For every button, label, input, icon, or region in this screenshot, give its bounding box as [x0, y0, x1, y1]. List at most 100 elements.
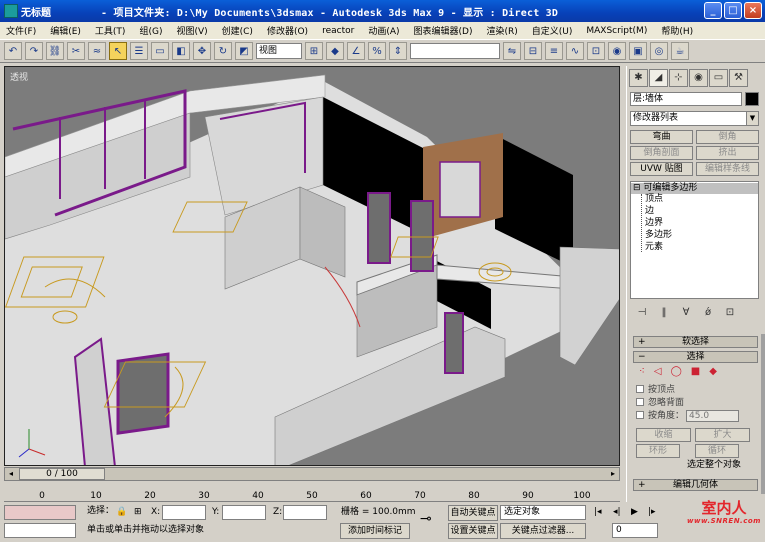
rotate-icon[interactable]: ↻	[214, 42, 232, 60]
create-tab-icon[interactable]: ✱	[629, 69, 648, 87]
current-frame-field[interactable]: 0	[612, 523, 658, 538]
close-button[interactable]: ×	[744, 2, 762, 19]
time-slider-thumb[interactable]: 0 / 100	[19, 468, 105, 480]
bend-button[interactable]: 弯曲	[630, 130, 693, 144]
named-selection-combo[interactable]	[410, 43, 500, 59]
curve-editor-icon[interactable]: ∿	[566, 42, 584, 60]
viewport-label[interactable]: 透视	[10, 70, 28, 83]
select-name-icon[interactable]: ☰	[130, 42, 148, 60]
track-bar[interactable]: 0 10 20 30 40 50 60 70 80 90 100	[4, 482, 620, 502]
minimize-button[interactable]: _	[704, 2, 722, 19]
bind-icon[interactable]: ≈	[88, 42, 106, 60]
maxscript-mini-input[interactable]	[4, 523, 76, 538]
element-level-icon[interactable]: ◆	[709, 366, 717, 377]
lock-icon[interactable]: 🔒	[116, 505, 127, 519]
extrude-button[interactable]: 挤出	[696, 146, 759, 160]
scale-icon[interactable]: ◩	[235, 42, 253, 60]
add-time-tag-button[interactable]: 添加时间标记	[340, 523, 410, 539]
time-prev-icon[interactable]: ◂	[5, 468, 17, 480]
selection-rollout[interactable]: − 选择	[633, 351, 758, 363]
uvw-map-button[interactable]: UVW 贴图	[630, 162, 693, 176]
menu-help[interactable]: 帮助(H)	[661, 24, 693, 37]
menu-reactor[interactable]: reactor	[322, 26, 354, 36]
key-icon[interactable]: ⊸	[420, 512, 432, 526]
y-coordinate-field[interactable]	[222, 505, 266, 520]
modifier-list-dropdown[interactable]: 修改器列表 ▼	[630, 111, 759, 126]
configure-sets-icon[interactable]: ⊡	[722, 305, 738, 321]
stack-item-border[interactable]: 边界	[645, 218, 663, 229]
move-icon[interactable]: ✥	[193, 42, 211, 60]
material-editor-icon[interactable]: ◉	[608, 42, 626, 60]
menu-edit[interactable]: 编辑(E)	[50, 24, 81, 37]
z-coordinate-field[interactable]	[283, 505, 327, 520]
play-icon[interactable]: ▶	[631, 505, 638, 519]
menu-graph-editors[interactable]: 图表编辑器(D)	[414, 24, 473, 37]
make-unique-icon[interactable]: ∀	[678, 305, 694, 321]
chamfer-profile-button[interactable]: 倒角剖面	[630, 146, 693, 160]
show-end-result-icon[interactable]: ‖	[656, 305, 672, 321]
reference-coord-select[interactable]: 视图	[256, 43, 302, 59]
command-panel-scrollbar[interactable]	[761, 334, 765, 494]
quick-render-icon[interactable]: ◎	[650, 42, 668, 60]
align-icon[interactable]: ⊟	[524, 42, 542, 60]
menu-animation[interactable]: 动画(A)	[368, 24, 399, 37]
menu-customize[interactable]: 自定义(U)	[532, 24, 573, 37]
modifier-stack[interactable]: ⊟ 可编辑多边形 顶点 边 边界 多边形 元素	[630, 181, 759, 299]
remove-modifier-icon[interactable]: ǿ	[700, 305, 716, 321]
redo-icon[interactable]: ↷	[25, 42, 43, 60]
time-next-icon[interactable]: ▸	[607, 468, 619, 480]
prev-frame-icon[interactable]: ◂|	[613, 505, 621, 519]
menu-rendering[interactable]: 渲染(R)	[486, 24, 517, 37]
menu-group[interactable]: 组(G)	[139, 24, 162, 37]
percent-snap-icon[interactable]: %	[368, 42, 386, 60]
teapot-icon[interactable]: ☕	[671, 42, 689, 60]
modify-tab-icon[interactable]: ◢	[649, 69, 668, 87]
key-selection-dropdown[interactable]: 选定对象	[500, 505, 586, 520]
edit-spline-button[interactable]: 编辑样条线	[696, 162, 759, 176]
undo-icon[interactable]: ↶	[4, 42, 22, 60]
soft-selection-rollout[interactable]: + 软选择	[633, 336, 758, 348]
window-cross-icon[interactable]: ◧	[172, 42, 190, 60]
polygon-level-icon[interactable]: ■	[691, 366, 700, 377]
object-color-swatch[interactable]	[745, 92, 759, 106]
menu-modifiers[interactable]: 修改器(O)	[267, 24, 308, 37]
edge-level-icon[interactable]: ◁	[654, 366, 662, 377]
x-coordinate-field[interactable]	[162, 505, 206, 520]
menu-tools[interactable]: 工具(T)	[95, 24, 126, 37]
chamfer-button[interactable]: 倒角	[696, 130, 759, 144]
menu-views[interactable]: 视图(V)	[176, 24, 207, 37]
maximize-button[interactable]: □	[724, 2, 742, 19]
by-vertex-checkbox[interactable]: 按顶点	[636, 384, 675, 396]
shrink-button[interactable]: 收缩	[636, 428, 691, 442]
next-frame-icon[interactable]: |▸	[648, 505, 656, 519]
link-icon[interactable]: ⛓	[46, 42, 64, 60]
perspective-viewport[interactable]: 透视	[4, 66, 620, 466]
chevron-down-icon[interactable]: ▼	[746, 112, 758, 125]
stack-item-vertex[interactable]: 顶点	[645, 194, 663, 205]
utilities-tab-icon[interactable]: ⚒	[729, 69, 748, 87]
stack-item-element[interactable]: 元素	[645, 242, 663, 253]
by-angle-checkbox[interactable]: 按角度：	[636, 410, 684, 422]
auto-key-button[interactable]: 自动关键点	[448, 505, 498, 521]
unlink-icon[interactable]: ✂	[67, 42, 85, 60]
grow-button[interactable]: 扩大	[695, 428, 750, 442]
key-filters-button[interactable]: 关键点过滤器...	[500, 523, 586, 539]
time-slider[interactable]: ◂ 0 / 100 ▸	[4, 467, 620, 481]
hierarchy-tab-icon[interactable]: ⊹	[669, 69, 688, 87]
layer-icon[interactable]: ≡	[545, 42, 563, 60]
edit-geometry-rollout[interactable]: + 编辑几何体	[633, 479, 758, 491]
schematic-icon[interactable]: ⊡	[587, 42, 605, 60]
absolute-mode-icon[interactable]: ⊞	[134, 505, 142, 519]
motion-tab-icon[interactable]: ◉	[689, 69, 708, 87]
ring-button[interactable]: 环形	[636, 444, 680, 458]
maxscript-listener-mini[interactable]	[4, 505, 76, 520]
angle-snap-icon[interactable]: ∠	[347, 42, 365, 60]
angle-spinner[interactable]: 45.0	[686, 410, 739, 422]
border-level-icon[interactable]: ◯	[671, 366, 682, 377]
loop-button[interactable]: 循环	[695, 444, 739, 458]
render-setup-icon[interactable]: ▣	[629, 42, 647, 60]
pin-stack-icon[interactable]: ⊣	[634, 305, 650, 321]
stack-item-edge[interactable]: 边	[645, 206, 654, 217]
mirror-icon[interactable]: ⇋	[503, 42, 521, 60]
stack-item-editable-poly[interactable]: ⊟ 可编辑多边形	[631, 183, 758, 194]
